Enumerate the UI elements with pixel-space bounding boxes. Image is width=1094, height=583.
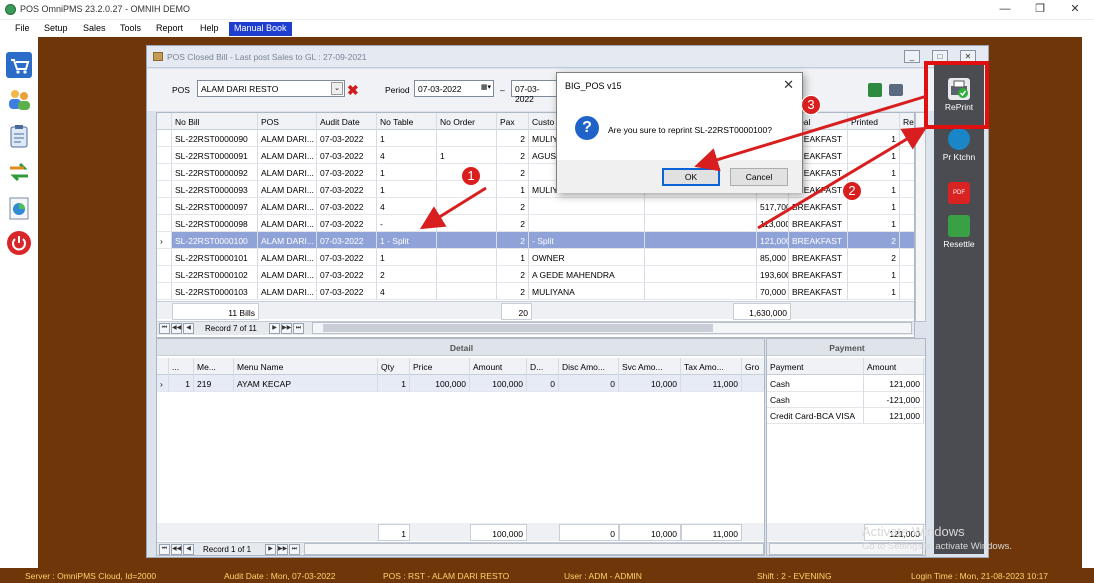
status-login-time: Login Time : Mon, 21-08-2023 10:17 xyxy=(911,571,1049,581)
status-server: Server : OmniPMS Cloud, Id=2000 xyxy=(25,571,157,581)
status-shift: Shift : 2 - EVENING xyxy=(757,571,832,581)
status-bar: Server : OmniPMS Cloud, Id=2000 Audit Da… xyxy=(0,568,1094,583)
annotation-badge-1: 1 xyxy=(461,166,481,186)
arrow-2 xyxy=(757,126,928,230)
status-audit-date: Audit Date : Mon, 07-03-2022 xyxy=(224,571,336,581)
annotation-overlay xyxy=(419,61,989,230)
watermark-subtitle: Go to Settings to activate Windows. xyxy=(862,541,1012,552)
reprint-highlight-box xyxy=(924,61,989,129)
annotation-badge-2: 2 xyxy=(842,181,862,201)
status-user: User : ADM - ADMIN xyxy=(564,571,642,581)
annotation-badge-3: 3 xyxy=(801,95,821,115)
status-pos: POS : RST - ALAM DARI RESTO xyxy=(383,571,510,581)
activation-watermark: Activate Windows Go to Settings to activ… xyxy=(862,524,1012,552)
arrow-1 xyxy=(419,186,487,230)
watermark-title: Activate Windows xyxy=(862,524,965,539)
